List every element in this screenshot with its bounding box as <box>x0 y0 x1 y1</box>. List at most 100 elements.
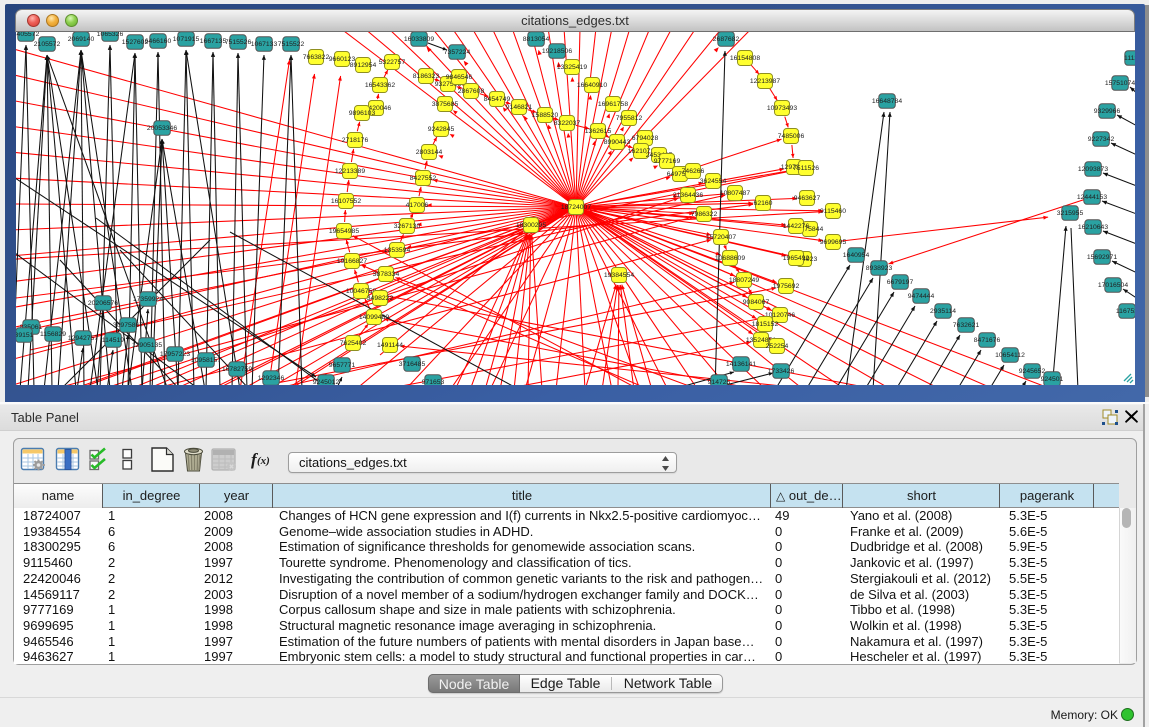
svg-text:1491144: 1491144 <box>377 342 403 349</box>
svg-text:114519: 114519 <box>102 337 124 344</box>
svg-text:19218506: 19218506 <box>542 48 572 55</box>
svg-text:18807249: 18807249 <box>729 277 759 284</box>
svg-text:12213987: 12213987 <box>750 78 780 85</box>
svg-text:12093873: 12093873 <box>1078 166 1108 173</box>
svg-text:15720407: 15720407 <box>706 234 736 241</box>
svg-text:9463627: 9463627 <box>794 195 821 202</box>
svg-text:9084067: 9084067 <box>743 299 770 306</box>
svg-text:1733426: 1733426 <box>768 368 795 375</box>
svg-text:16210643: 16210643 <box>1078 224 1108 231</box>
svg-text:1667135: 1667135 <box>200 38 227 45</box>
svg-text:10958157: 10958157 <box>191 357 221 364</box>
svg-text:14136141: 14136141 <box>726 361 756 368</box>
svg-text:17359924: 17359924 <box>133 296 163 303</box>
svg-text:1067133: 1067133 <box>251 41 278 48</box>
svg-text:7625402: 7625402 <box>340 340 367 347</box>
svg-text:16543362: 16543362 <box>365 82 395 89</box>
svg-text:6466160: 6466160 <box>145 38 172 45</box>
svg-text:16782759: 16782759 <box>222 366 252 373</box>
svg-text:19654985: 19654985 <box>329 228 359 235</box>
svg-text:1405572: 1405572 <box>16 32 39 38</box>
svg-text:2069140: 2069140 <box>68 36 95 43</box>
svg-text:10688609: 10688609 <box>715 255 745 262</box>
svg-text:10046758: 10046758 <box>346 288 376 295</box>
svg-text:12942757: 12942757 <box>68 335 98 342</box>
svg-text:10973493: 10973493 <box>767 105 797 112</box>
svg-text:1442276: 1442276 <box>783 223 810 230</box>
svg-text:11123: 11123 <box>1124 55 1135 62</box>
svg-text:9242845: 9242845 <box>428 126 455 133</box>
svg-text:1588520: 1588520 <box>532 112 559 119</box>
svg-text:1362615: 1362615 <box>585 128 612 135</box>
svg-text:3716485: 3716485 <box>399 361 426 368</box>
svg-text:9896103: 9896103 <box>349 110 376 117</box>
svg-text:13325419: 13325419 <box>557 64 587 71</box>
svg-text:16648784: 16648784 <box>872 98 902 105</box>
svg-text:8912954: 8912954 <box>350 62 377 69</box>
svg-text:16154808: 16154808 <box>730 55 760 62</box>
svg-text:7632621: 7632621 <box>953 322 980 329</box>
svg-text:1815152: 1815152 <box>752 321 779 328</box>
svg-text:2935114: 2935114 <box>930 308 956 315</box>
svg-text:8186323: 8186323 <box>413 73 440 80</box>
svg-text:12213389: 12213389 <box>335 168 365 175</box>
svg-text:30975867: 30975867 <box>113 322 143 329</box>
svg-text:20206576: 20206576 <box>88 300 118 307</box>
svg-text:15751074: 15751074 <box>1105 80 1135 87</box>
svg-text:9115460: 9115460 <box>820 208 846 215</box>
svg-text:6679197: 6679197 <box>887 279 914 286</box>
svg-text:8990443: 8990443 <box>604 139 631 146</box>
svg-text:7511526: 7511526 <box>793 165 819 172</box>
svg-text:9227342: 9227342 <box>1088 136 1115 143</box>
svg-text:1965492: 1965492 <box>783 255 810 262</box>
svg-text:9846546: 9846546 <box>446 74 473 81</box>
svg-text:16961758: 16961758 <box>598 101 628 108</box>
svg-text:12905135: 12905135 <box>132 342 162 349</box>
svg-text:7663822: 7663822 <box>303 54 330 61</box>
svg-text:18724007: 18724007 <box>561 204 591 211</box>
svg-text:3498222: 3498222 <box>367 295 394 302</box>
svg-text:3267130: 3267130 <box>394 223 421 230</box>
svg-text:252254: 252254 <box>766 343 789 350</box>
svg-text:15692971: 15692971 <box>1087 254 1117 261</box>
svg-text:12444153: 12444153 <box>1077 194 1107 201</box>
svg-text:1353594: 1353594 <box>384 247 411 254</box>
svg-text:10807487: 10807487 <box>720 190 750 197</box>
svg-text:7357224: 7357224 <box>444 49 471 56</box>
svg-text:1640954: 1640954 <box>843 252 870 259</box>
svg-text:17957223: 17957223 <box>160 351 190 358</box>
svg-text:3875685: 3875685 <box>432 101 459 108</box>
svg-text:2687682: 2687682 <box>713 36 740 43</box>
svg-text:14099489: 14099489 <box>359 314 389 321</box>
svg-text:9245652: 9245652 <box>1019 368 1046 375</box>
svg-text:17016504: 17016504 <box>1098 282 1128 289</box>
svg-text:3215955: 3215955 <box>1057 210 1084 217</box>
svg-text:116753: 116753 <box>1116 308 1135 315</box>
svg-text:924501: 924501 <box>1041 376 1064 383</box>
svg-text:8471676: 8471676 <box>974 337 1001 344</box>
svg-text:19166827: 19166827 <box>337 258 367 265</box>
svg-text:8813054: 8813054 <box>523 36 550 43</box>
svg-text:746266: 746266 <box>682 168 705 175</box>
svg-text:2718176: 2718176 <box>342 137 369 144</box>
svg-text:1292346: 1292346 <box>258 375 285 382</box>
svg-text:8427552: 8427552 <box>410 175 437 182</box>
svg-text:914725: 914725 <box>708 379 731 385</box>
svg-text:39151: 39151 <box>16 332 34 339</box>
svg-text:(x): (x) <box>257 455 270 467</box>
svg-text:20053346: 20053346 <box>147 125 177 132</box>
svg-text:1071915: 1071915 <box>173 36 200 43</box>
svg-text:3624554: 3624554 <box>700 178 727 185</box>
svg-text:9146821: 9146821 <box>506 104 533 111</box>
svg-text:8322037: 8322037 <box>554 120 581 127</box>
svg-text:21364436: 21364436 <box>673 192 703 199</box>
svg-text:7515522: 7515522 <box>278 41 305 48</box>
svg-text:62160: 62160 <box>754 200 773 207</box>
svg-text:18300295: 18300295 <box>516 222 546 229</box>
svg-text:9474444: 9474444 <box>908 293 935 300</box>
svg-text:16107552: 16107552 <box>331 198 361 205</box>
svg-text:9777169: 9777169 <box>654 158 681 165</box>
svg-text:1065326: 1065326 <box>97 32 124 38</box>
svg-text:9657771: 9657771 <box>329 362 356 369</box>
svg-text:3878334: 3878334 <box>373 271 400 278</box>
